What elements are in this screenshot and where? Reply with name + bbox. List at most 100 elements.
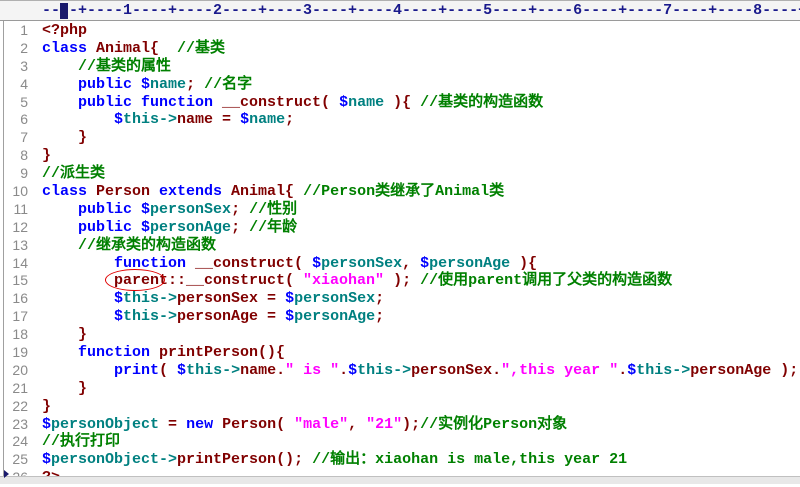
code-token: ; <box>375 290 385 308</box>
code-line[interactable]: 17 $this->personAge = $personAge; <box>0 308 800 326</box>
code-token: ){ <box>384 93 421 111</box>
code-token: personAge ); <box>690 361 799 379</box>
code-line[interactable]: 4 public $name; //名字 <box>0 76 800 94</box>
code-editor[interactable]: 1 <?php 2 class Animal{ //基类 3 //基类的属性 4 publ… <box>0 22 800 487</box>
code-line[interactable]: 6 $this->name = $name; <box>0 111 800 129</box>
code-token: name <box>348 93 385 111</box>
code-token: ( <box>159 361 178 379</box>
code-token: printPerson(); <box>177 451 313 469</box>
code-token: //使用parent调用了父类的构造函数 <box>420 272 673 290</box>
code-text: function __construct( $personSex, $perso… <box>42 255 537 273</box>
code-line[interactable]: 11 public $personSex; //性别 <box>0 201 800 219</box>
line-number: 12 <box>12 218 28 235</box>
code-token: Person( <box>222 415 295 433</box>
code-line[interactable]: 5 public function __construct( $name ){ … <box>0 94 800 112</box>
code-token: $ <box>312 254 322 272</box>
code-line[interactable]: 20 print( $this->name." is ".$this->pers… <box>0 362 800 380</box>
code-token: public <box>42 75 142 93</box>
code-token: , <box>402 254 421 272</box>
code-text: $personObject = new Person( "male", "21"… <box>42 416 567 434</box>
code-text: } <box>42 147 51 165</box>
line-number: 18 <box>12 326 28 343</box>
code-token: $ <box>240 111 250 129</box>
line-number: 7 <box>20 129 28 146</box>
code-line[interactable]: 24 //执行打印 <box>0 433 800 451</box>
code-line[interactable]: 9 //派生类 <box>0 165 800 183</box>
column-ruler: -- -+----1----+----2----+----3----+----4… <box>0 0 800 21</box>
code-token: ); <box>402 415 421 433</box>
code-token: __construct( <box>195 254 313 272</box>
code-text: <?php <box>42 22 87 40</box>
code-text: public $name; //名字 <box>42 76 252 94</box>
code-token: Animal{ <box>96 39 178 57</box>
code-text: //继承类的构造函数 <box>42 237 216 255</box>
code-text: function printPerson(){ <box>42 344 285 362</box>
code-line[interactable]: 21 } <box>0 380 800 398</box>
code-token: //基类的构造函数 <box>420 93 544 111</box>
code-token: ; <box>231 200 250 218</box>
line-number: 25 <box>12 451 28 468</box>
code-line[interactable]: 1 <?php <box>0 22 800 40</box>
code-token: name. <box>240 361 286 379</box>
code-token: } <box>42 379 88 397</box>
line-number: 19 <box>12 344 28 361</box>
code-text: $this->personAge = $personAge; <box>42 308 384 326</box>
code-token: name <box>249 111 286 129</box>
code-token: personSex. <box>411 361 502 379</box>
code-line[interactable]: 19 function printPerson(){ <box>0 344 800 362</box>
code-token: //实例化Person对象 <box>420 415 568 433</box>
code-line[interactable]: 7 } <box>0 129 800 147</box>
line-number: 10 <box>12 183 28 200</box>
code-token: <?php <box>42 22 88 39</box>
code-token: $ <box>114 111 124 129</box>
code-line[interactable]: 10 class Person extends Animal{ //Person类… <box>0 183 800 201</box>
line-number: 13 <box>12 236 28 253</box>
code-token: } <box>42 147 52 165</box>
code-token: personAge = <box>177 308 286 326</box>
line-number: 2 <box>20 39 28 56</box>
line-number: 16 <box>12 290 28 307</box>
code-text: class Person extends Animal{ //Person类继承… <box>42 183 504 201</box>
code-line[interactable]: 3 //基类的属性 <box>0 58 800 76</box>
code-text: public $personSex; //性别 <box>42 201 297 219</box>
code-token: . <box>618 361 628 379</box>
code-line[interactable]: 23 $personObject = new Person( "male", "2… <box>0 416 800 434</box>
line-number: 4 <box>20 75 28 92</box>
code-token: ; <box>375 308 385 326</box>
code-token: name = <box>177 111 241 129</box>
code-token: new <box>186 415 223 433</box>
code-line[interactable]: 8} <box>0 147 800 165</box>
code-token: //Person类继承了Animal类 <box>303 183 505 201</box>
code-token: $ <box>141 200 151 218</box>
code-text: //基类的属性 <box>42 58 171 76</box>
code-line[interactable]: 16 $this->personSex = $personSex; <box>0 290 800 308</box>
code-token: name <box>150 75 187 93</box>
code-token: ){ <box>510 254 538 272</box>
code-line[interactable]: 13 //继承类的构造函数 <box>0 237 800 255</box>
code-token: class <box>42 183 97 201</box>
code-token: $ <box>141 218 151 236</box>
code-token: __construct( <box>222 93 340 111</box>
code-token: "xiaohan" <box>303 272 385 290</box>
code-line[interactable]: 18 } <box>0 326 800 344</box>
code-token: $ <box>114 290 124 308</box>
code-text: //派生类 <box>42 165 105 183</box>
code-token: this-> <box>123 111 178 129</box>
code-token: //基类的属性 <box>78 57 172 75</box>
code-line[interactable]: 12 public $personAge; //年龄 <box>0 219 800 237</box>
code-line[interactable]: 22} <box>0 398 800 416</box>
code-token: $ <box>420 254 430 272</box>
code-text: } <box>42 129 87 147</box>
code-line[interactable]: 25 $personObject->printPerson(); //输出：xia… <box>0 451 800 469</box>
code-token: = <box>159 415 187 433</box>
code-token: //基类 <box>177 39 226 57</box>
line-number: 21 <box>12 379 28 396</box>
line-number: 23 <box>12 415 28 432</box>
code-token: printPerson(){ <box>159 344 286 362</box>
code-line[interactable]: 2 class Animal{ //基类 <box>0 40 800 58</box>
parent-highlight-ellipse <box>105 269 165 291</box>
code-token: this-> <box>636 361 691 379</box>
